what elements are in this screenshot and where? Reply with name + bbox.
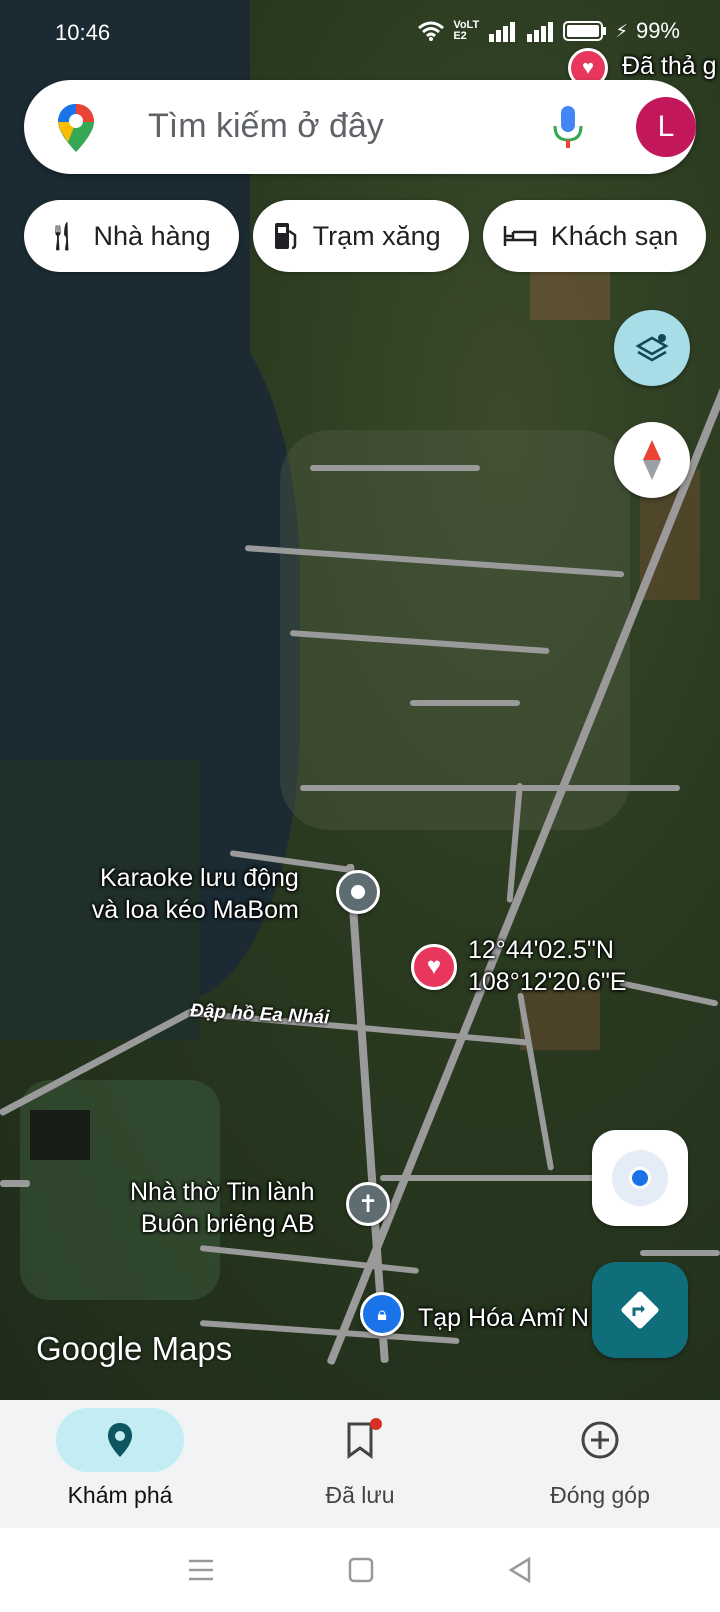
gas-station-icon [274,223,296,250]
search-input[interactable]: Tìm kiếm ở đây [148,107,384,146]
add-circle-icon [581,1421,619,1459]
compass-icon [643,440,661,480]
chip-hotels[interactable]: Khách sạn [482,200,707,272]
chip-restaurants[interactable]: 🍴︎ Nhà hàng [24,200,239,272]
google-maps-logo-icon [58,104,94,152]
category-chips: 🍴︎ Nhà hàng Trạm xăng Khách sạn [24,200,707,272]
hotel-icon [503,226,536,246]
layers-icon [635,334,669,362]
status-bar: 10:46 VoLTE2 ⚡ 99% [0,0,720,64]
tab-explore[interactable]: Khám phá [0,1400,240,1528]
place-label-karaoke[interactable]: Karaoke lưu động và loa kéo MaBom [92,862,299,926]
restaurant-icon: 🍴︎ [44,220,80,252]
explore-pin-icon [108,1423,132,1457]
location-dot-icon [351,885,365,899]
notification-dot [370,1418,382,1430]
bottom-navigation: Khám phá Đã lưu Đóng góp [0,1400,720,1528]
place-pin-store[interactable]: 🔒︎ [360,1292,404,1336]
dropped-pin-coords[interactable]: 12°44'02.5"N 108°12'20.6"E [468,934,627,998]
dropped-pin-heart[interactable]: ♥ [411,944,457,990]
my-location-icon [612,1150,668,1206]
signal-icon-2 [527,22,554,42]
volte-badge: VoLTE2 [453,19,480,42]
charging-icon: ⚡ [615,20,628,41]
place-pin-church[interactable]: ✝ [346,1182,390,1226]
battery-icon [563,21,607,41]
tab-saved[interactable]: Đã lưu [240,1400,480,1528]
heart-icon: ♥ [426,953,442,980]
mic-icon[interactable] [552,104,584,150]
directions-button[interactable] [592,1262,688,1358]
back-icon[interactable] [507,1556,533,1584]
place-label-store[interactable]: Tạp Hóa Amĩ N [418,1302,589,1334]
search-bar[interactable]: Tìm kiếm ở đây L [24,80,696,174]
google-maps-watermark: Google Maps [36,1330,233,1367]
wifi-icon [418,21,445,41]
status-time: 10:46 [55,20,111,45]
layers-button[interactable] [614,310,690,386]
place-pin-karaoke[interactable] [336,870,380,914]
signal-icon [489,22,516,42]
my-location-button[interactable] [592,1130,688,1226]
shopping-bag-icon: 🔒︎ [377,1303,387,1324]
cross-icon: ✝ [357,1190,379,1218]
system-navigation-bar [0,1528,720,1612]
place-label-church[interactable]: Nhà thờ Tin lành Buôn briêng AB [130,1176,315,1240]
tab-contribute[interactable]: Đóng góp [480,1400,720,1528]
battery-percent: 99% [635,18,680,43]
account-avatar[interactable]: L [636,97,696,157]
compass-button[interactable] [614,422,690,498]
chip-gas-stations[interactable]: Trạm xăng [252,200,469,272]
directions-icon [621,1291,659,1329]
home-icon[interactable] [348,1557,374,1583]
menu-icon[interactable] [187,1558,215,1582]
road-label-dam: Đập hồ Ea Nhái [189,1000,330,1029]
